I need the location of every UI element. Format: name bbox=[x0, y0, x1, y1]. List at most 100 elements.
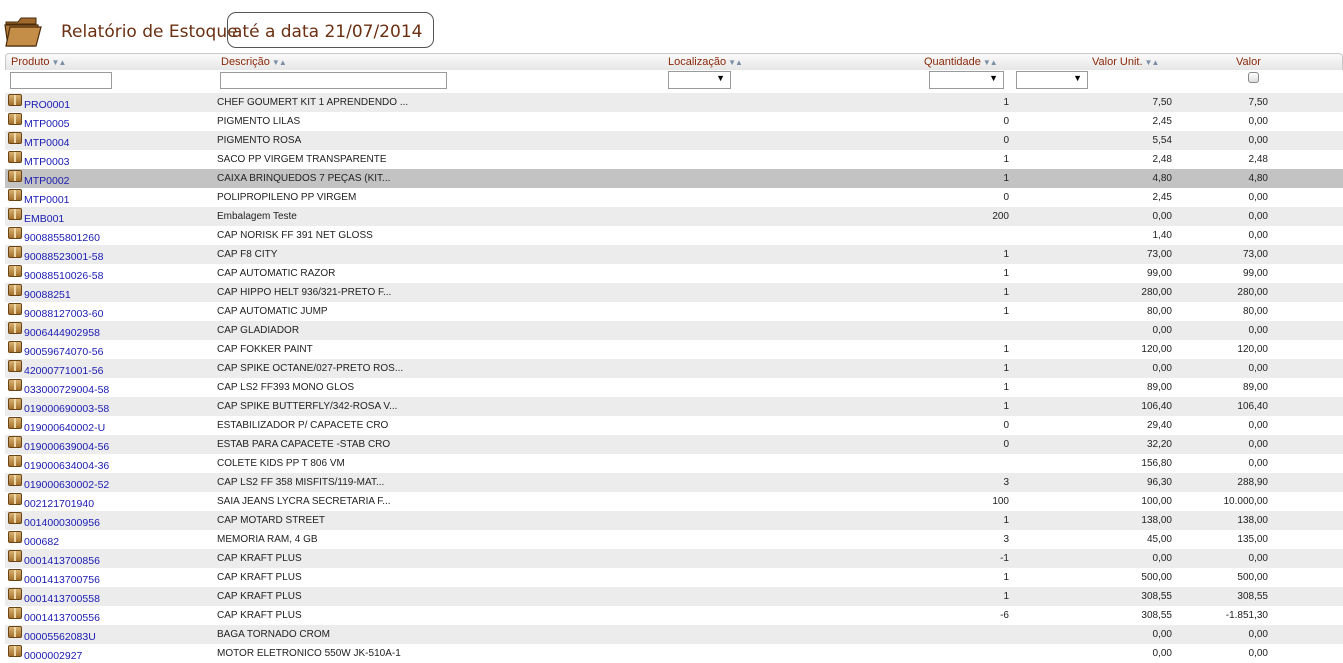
product-code-link[interactable]: 0001413700558 bbox=[24, 593, 100, 605]
filter-localizacao-select[interactable]: ▼ bbox=[668, 71, 731, 89]
product-code-link[interactable]: 0014000300956 bbox=[24, 517, 100, 529]
description-cell: SAIA JEANS LYCRA SECRETARIA F... bbox=[217, 496, 391, 507]
product-code-link[interactable]: 000682 bbox=[24, 536, 59, 548]
product-code-link[interactable]: 00005562083U bbox=[24, 631, 96, 643]
product-code-link[interactable]: 0001413700756 bbox=[24, 574, 100, 586]
unit-value-cell: 89,00 bbox=[1146, 382, 1172, 393]
product-code-link[interactable]: 90088251 bbox=[24, 289, 71, 301]
table-row[interactable]: 0014000300956 CAP MOTARD STREET 1 138,00 138… bbox=[5, 511, 1343, 530]
unit-value-cell: 500,00 bbox=[1141, 572, 1172, 583]
unit-value-cell: 138,00 bbox=[1141, 515, 1172, 526]
table-row[interactable]: 90059674070-56 CAP FOKKER PAINT 1 120,00 120… bbox=[5, 340, 1343, 359]
product-code-link[interactable]: 9008855801260 bbox=[24, 232, 100, 244]
table-row[interactable]: 0001413700756 CAP KRAFT PLUS 1 500,00 500,00 bbox=[5, 568, 1343, 587]
table-row[interactable]: 033000729004-58 CAP LS2 FF393 MONO GLOS 1 8… bbox=[5, 378, 1343, 397]
product-code-link[interactable]: MTP0003 bbox=[24, 156, 70, 168]
product-code-link[interactable]: MTP0004 bbox=[24, 137, 70, 149]
table-row[interactable]: 42000771001-56 CAP SPIKE OCTANE/027-PRETO… bbox=[5, 359, 1343, 378]
description-cell: MOTOR ELETRONICO 550W JK-510A-1 bbox=[217, 648, 401, 659]
description-cell: CHEF GOUMERT KIT 1 APRENDENDO ... bbox=[217, 97, 409, 108]
table-row[interactable]: 90088251 CAP HIPPO HELT 936/321-PRETO F..… bbox=[5, 283, 1343, 302]
product-code-link[interactable]: 0001413700556 bbox=[24, 612, 100, 624]
filter-quantidade-operator-select[interactable]: ▼ bbox=[929, 71, 1004, 89]
product-code-link[interactable]: 002121701940 bbox=[24, 498, 94, 510]
description-cell: BAGA TORNADO CROM bbox=[217, 629, 330, 640]
package-icon bbox=[8, 189, 22, 201]
table-row[interactable]: MTP0004 PIGMENTO ROSA 0 5,54 0,00 bbox=[5, 131, 1343, 150]
product-code-link[interactable]: 019000630002-52 bbox=[24, 479, 109, 491]
product-code-link[interactable]: 019000634004-36 bbox=[24, 460, 109, 472]
column-header-valor[interactable]: Valor bbox=[1236, 56, 1261, 68]
table-row[interactable]: MTP0002 CAIXA BRINQUEDOS 7 PEÇAS (KIT... 1… bbox=[5, 169, 1343, 188]
report-title-bar: Relatório de Estoque até a data 21/07/20… bbox=[0, 0, 1343, 52]
column-header-valor-unit[interactable]: Valor Unit. ▼▲ bbox=[1092, 56, 1160, 68]
sort-arrows-icon[interactable]: ▼▲ bbox=[983, 58, 998, 67]
sort-arrows-icon[interactable]: ▼▲ bbox=[52, 58, 67, 67]
product-code-link[interactable]: MTP0002 bbox=[24, 175, 70, 187]
package-icon bbox=[8, 379, 22, 391]
quantity-cell: 0 bbox=[1003, 192, 1009, 203]
table-row[interactable]: 019000690003-58 CAP SPIKE BUTTERFLY/342-R… bbox=[5, 397, 1343, 416]
table-row[interactable]: 019000634004-36 COLETE KIDS PP T 806 VM 15… bbox=[5, 454, 1343, 473]
product-code-link[interactable]: 0000002927 bbox=[24, 650, 82, 662]
sort-arrows-icon[interactable]: ▼▲ bbox=[1145, 58, 1160, 67]
filter-descricao-input[interactable] bbox=[220, 72, 447, 89]
table-row[interactable]: 90088510026-58 CAP AUTOMATIC RAZOR 1 99,00 9… bbox=[5, 264, 1343, 283]
product-code-link[interactable]: 42000771001-56 bbox=[24, 365, 103, 377]
table-row[interactable]: 0001413700556 CAP KRAFT PLUS -6 308,55 -1.85… bbox=[5, 606, 1343, 625]
table-row[interactable]: MTP0005 PIGMENTO LILAS 0 2,45 0,00 bbox=[5, 112, 1343, 131]
column-header-quantidade[interactable]: Quantidade ▼▲ bbox=[924, 56, 998, 68]
table-row[interactable]: 019000640002-U ESTABILIZADOR P/ CAPACETE … bbox=[5, 416, 1343, 435]
product-code-link[interactable]: 90088127003-60 bbox=[24, 308, 103, 320]
table-row[interactable]: 9006444902958 CAP GLADIADOR 0,00 0,00 bbox=[5, 321, 1343, 340]
product-code-link[interactable]: 0001413700856 bbox=[24, 555, 100, 567]
unit-value-cell: 280,00 bbox=[1141, 287, 1172, 298]
table-row[interactable]: 0001413700558 CAP KRAFT PLUS 1 308,55 308,55 bbox=[5, 587, 1343, 606]
product-code-link[interactable]: 9006444902958 bbox=[24, 327, 100, 339]
package-icon bbox=[8, 436, 22, 448]
product-code-link[interactable]: MTP0005 bbox=[24, 118, 70, 130]
table-row[interactable]: EMB001 Embalagem Teste 200 0,00 0,00 bbox=[5, 207, 1343, 226]
table-row[interactable]: 9008855801260 CAP NORISK FF 391 NET GLOSS… bbox=[5, 226, 1343, 245]
product-code-link[interactable]: EMB001 bbox=[24, 213, 64, 225]
table-row[interactable]: 002121701940 SAIA JEANS LYCRA SECRETARIA … bbox=[5, 492, 1343, 511]
filter-produto-input[interactable] bbox=[10, 72, 112, 89]
table-row[interactable]: 00005562083U BAGA TORNADO CROM 0,00 0,00 bbox=[5, 625, 1343, 644]
description-cell: ESTAB PARA CAPACETE -STAB CRO bbox=[217, 439, 391, 450]
package-icon bbox=[8, 284, 22, 296]
value-cell: 308,55 bbox=[1237, 591, 1268, 602]
column-header-produto[interactable]: Produto ▼▲ bbox=[11, 56, 67, 68]
unit-value-cell: 1,40 bbox=[1152, 230, 1172, 241]
table-row[interactable]: 019000630002-52 CAP LS2 FF 358 MISFITS/11… bbox=[5, 473, 1343, 492]
value-cell: 73,00 bbox=[1242, 249, 1268, 260]
product-code-link[interactable]: 019000690003-58 bbox=[24, 403, 109, 415]
column-header-localizacao[interactable]: Localização ▼▲ bbox=[668, 56, 743, 68]
dropdown-arrow-icon: ▼ bbox=[716, 73, 725, 83]
table-row[interactable]: 90088523001-58 CAP F8 CITY 1 73,00 73,00 bbox=[5, 245, 1343, 264]
description-cell: CAP F8 CITY bbox=[217, 249, 278, 260]
product-code-link[interactable]: PRO0001 bbox=[24, 99, 70, 111]
filter-valor-checkbox[interactable] bbox=[1248, 72, 1259, 83]
package-icon bbox=[8, 550, 22, 562]
table-row[interactable]: 019000639004-56 ESTAB PARA CAPACETE -STAB… bbox=[5, 435, 1343, 454]
sort-arrows-icon[interactable]: ▼▲ bbox=[272, 58, 287, 67]
table-row[interactable]: MTP0003 SACO PP VIRGEM TRANSPARENTE 1 2,48 2… bbox=[5, 150, 1343, 169]
sort-arrows-icon[interactable]: ▼▲ bbox=[728, 58, 743, 67]
table-row[interactable]: 90088127003-60 CAP AUTOMATIC JUMP 1 80,00 80… bbox=[5, 302, 1343, 321]
product-code-link[interactable]: 90088523001-58 bbox=[24, 251, 103, 263]
filter-quantidade-select[interactable]: ▼ bbox=[1016, 71, 1088, 89]
table-row[interactable]: 000682 MEMORIA RAM, 4 GB 3 45,00 135,00 bbox=[5, 530, 1343, 549]
product-code-link[interactable]: 90059674070-56 bbox=[24, 346, 103, 358]
product-code-link[interactable]: 019000639004-56 bbox=[24, 441, 109, 453]
product-code-link[interactable]: 033000729004-58 bbox=[24, 384, 109, 396]
table-row[interactable]: MTP0001 POLIPROPILENO PP VIRGEM 0 2,45 0,00 bbox=[5, 188, 1343, 207]
column-header-descricao[interactable]: Descrição ▼▲ bbox=[221, 56, 287, 68]
table-row[interactable]: PRO0001 CHEF GOUMERT KIT 1 APRENDENDO ...… bbox=[5, 93, 1343, 112]
table-row[interactable]: 0000002927 MOTOR ELETRONICO 550W JK-510A-… bbox=[5, 644, 1343, 663]
product-code-link[interactable]: 90088510026-58 bbox=[24, 270, 103, 282]
description-cell: CAP KRAFT PLUS bbox=[217, 591, 302, 602]
table-row[interactable]: 0001413700856 CAP KRAFT PLUS -1 0,00 0,00 bbox=[5, 549, 1343, 568]
product-code-link[interactable]: 019000640002-U bbox=[24, 422, 105, 434]
package-icon bbox=[8, 474, 22, 486]
product-code-link[interactable]: MTP0001 bbox=[24, 194, 70, 206]
